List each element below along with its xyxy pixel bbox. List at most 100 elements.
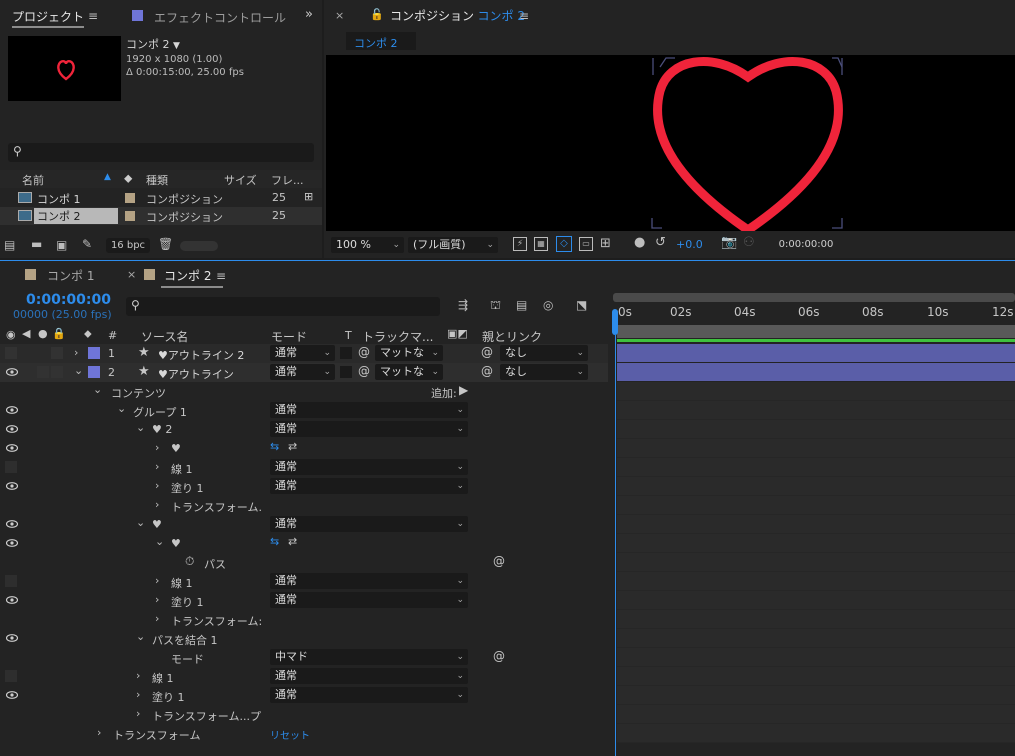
path-direction-icon[interactable]: ⇆	[270, 440, 279, 453]
chevron-right-icon[interactable]: ›	[136, 688, 140, 701]
track-matte-pickwhip-icon[interactable]: @	[358, 364, 370, 378]
comp-breadcrumb[interactable]: コンポ 2	[346, 32, 416, 50]
column-type[interactable]: 種類	[146, 172, 168, 188]
new-folder-icon[interactable]: ▬	[31, 237, 42, 251]
track-row[interactable]	[617, 705, 1015, 724]
comp-flowchart-icon[interactable]: ⇶	[458, 298, 468, 312]
property-mode-select[interactable]: 通常 ⌄	[270, 592, 468, 608]
chevron-right-icon[interactable]: ›	[155, 460, 159, 473]
property-mode-select[interactable]: 通常 ⌄	[270, 402, 468, 418]
close-icon[interactable]: ×	[335, 9, 344, 22]
property-row[interactable]: › トランスフォーム リセット	[0, 724, 608, 743]
eye-header-icon[interactable]: ◉	[6, 328, 16, 341]
path-direction-alt-icon[interactable]: ⇄	[288, 535, 297, 548]
chevron-down-icon[interactable]: ▼	[173, 41, 180, 51]
chevron-right-icon[interactable]: ›	[136, 669, 140, 682]
layer-label-swatch[interactable]	[88, 347, 100, 359]
project-item[interactable]: コンポ 1 コンポジション 25 ⊞	[0, 189, 322, 207]
timeline-tab-active[interactable]: × コンポ 2	[127, 267, 227, 289]
track-matte-pickwhip-icon[interactable]: @	[358, 345, 370, 359]
track-matte-header[interactable]: トラックマ...	[362, 328, 433, 345]
chevron-right-icon[interactable]: ›	[136, 707, 140, 720]
grid-guide-icon[interactable]: ⊞	[600, 236, 611, 251]
column-name[interactable]: 名前	[22, 172, 44, 188]
property-mode-select[interactable]: 通常 ⌄	[270, 478, 468, 494]
chevron-right-icon[interactable]: ›	[155, 479, 159, 492]
timeline-tab[interactable]: コンポ 1	[25, 267, 115, 287]
stopwatch-icon[interactable]: ⏱	[185, 554, 194, 569]
chevron-down-icon[interactable]: ⌄	[155, 535, 164, 548]
property-mode-select[interactable]: 通常 ⌄	[270, 421, 468, 437]
property-row[interactable]: › トランスフォーム...プ 1	[0, 705, 608, 724]
project-tab[interactable]: プロジェクト	[12, 8, 85, 28]
solo-toggle[interactable]	[51, 347, 63, 359]
sort-asc-icon[interactable]: ▲	[104, 172, 111, 182]
preserve-transparency-toggle[interactable]	[340, 366, 352, 378]
path-direction-icon[interactable]: ⇆	[270, 535, 279, 548]
thumbnail-slider[interactable]	[180, 241, 218, 251]
track-row[interactable]	[617, 572, 1015, 591]
close-icon[interactable]: ×	[127, 268, 136, 281]
chevron-down-icon[interactable]: ⌄	[136, 630, 145, 643]
project-search-input[interactable]: ⚲	[8, 143, 314, 162]
trash-icon[interactable]: 🗑	[158, 237, 173, 251]
eye-icon[interactable]	[6, 691, 18, 699]
show-snapshot-icon[interactable]: ⚇	[743, 235, 755, 250]
parent-header[interactable]: 親とリンク	[482, 328, 542, 345]
new-comp-icon[interactable]: ▣	[56, 238, 67, 252]
transparency-grid-icon[interactable]: ▦	[534, 237, 548, 251]
visibility-toggle[interactable]	[5, 670, 17, 682]
property-row[interactable]: › 線 1 通常 ⌄	[0, 458, 608, 477]
column-size[interactable]: サイズ	[224, 172, 257, 188]
chevron-down-icon[interactable]: ⌄	[117, 402, 126, 415]
layer-label-swatch[interactable]	[88, 366, 100, 378]
playhead[interactable]	[612, 309, 618, 335]
chevron-right-icon[interactable]: ›	[155, 593, 159, 606]
chevron-right-icon[interactable]: ›	[155, 498, 159, 511]
hamburger-icon[interactable]: ≡	[88, 9, 98, 23]
chevron-right-icon[interactable]: ›	[155, 574, 159, 587]
property-row[interactable]: › ♥ ⇆ ⇄	[0, 439, 608, 458]
lock-header-icon[interactable]: 🔒	[52, 327, 66, 340]
brush-icon[interactable]: ✎	[82, 237, 92, 251]
track-row[interactable]	[617, 648, 1015, 667]
track-row[interactable]	[617, 458, 1015, 477]
effects-tab[interactable]: エフェクトコントロール	[132, 9, 312, 27]
property-row[interactable]: › 線 1 通常 ⌄	[0, 667, 608, 686]
property-mode-select[interactable]: 通常 ⌄	[270, 573, 468, 589]
layer-duration-bar[interactable]	[617, 344, 1015, 362]
panel-overflow-icon[interactable]: »	[305, 7, 313, 22]
region-of-interest-icon[interactable]: ▭	[579, 237, 593, 251]
property-row[interactable]: ⌄ ♥ 通常 ⌄	[0, 515, 608, 534]
graph-editor-icon[interactable]: ⬔	[576, 298, 587, 312]
zoom-select[interactable]: 100 % ⌄	[331, 237, 404, 253]
hamburger-icon[interactable]: ≡	[519, 9, 529, 23]
layer-row[interactable]: ⌄ 2 ★ ♥アウトライン 通常 ⌄ @ マットな ⌄ @ なし ⌄	[0, 363, 608, 382]
property-row[interactable]: › 塗り 1 通常 ⌄	[0, 686, 608, 705]
source-name-header[interactable]: ソース名	[141, 328, 188, 345]
track-row[interactable]	[617, 724, 1015, 743]
property-mode-select[interactable]: 通常 ⌄	[270, 459, 468, 475]
hamburger-icon[interactable]: ≡	[216, 269, 226, 283]
composition-tab[interactable]: コンポジション コンポ 2	[390, 7, 525, 27]
shy-layers-icon[interactable]: ⛫	[490, 298, 501, 314]
lock-toggle[interactable]	[51, 366, 63, 378]
chevron-down-icon[interactable]: ⌄	[93, 383, 102, 396]
motion-blur-icon[interactable]: ◎	[543, 298, 553, 312]
track-row[interactable]	[617, 629, 1015, 648]
layer-mode-select[interactable]: 通常 ⌄	[270, 364, 335, 380]
viewer-timecode[interactable]: 0:00:00:00	[772, 237, 840, 253]
contents-row[interactable]: ⌄ コンテンツ 追加: ▶	[0, 382, 608, 401]
eye-icon[interactable]	[6, 520, 18, 528]
track-row[interactable]	[617, 591, 1015, 610]
expression-pickwhip-icon[interactable]: @	[493, 649, 505, 663]
track-row[interactable]	[617, 515, 1015, 534]
track-row[interactable]	[617, 610, 1015, 629]
chevron-right-icon[interactable]: ›	[155, 441, 159, 454]
visibility-toggle[interactable]	[5, 461, 17, 473]
eye-icon[interactable]	[6, 368, 18, 376]
chevron-down-icon[interactable]: ⌄	[136, 516, 145, 529]
solo-header-icon[interactable]: ●	[38, 327, 48, 340]
add-label[interactable]: 追加:	[431, 385, 457, 401]
track-row[interactable]	[617, 553, 1015, 572]
